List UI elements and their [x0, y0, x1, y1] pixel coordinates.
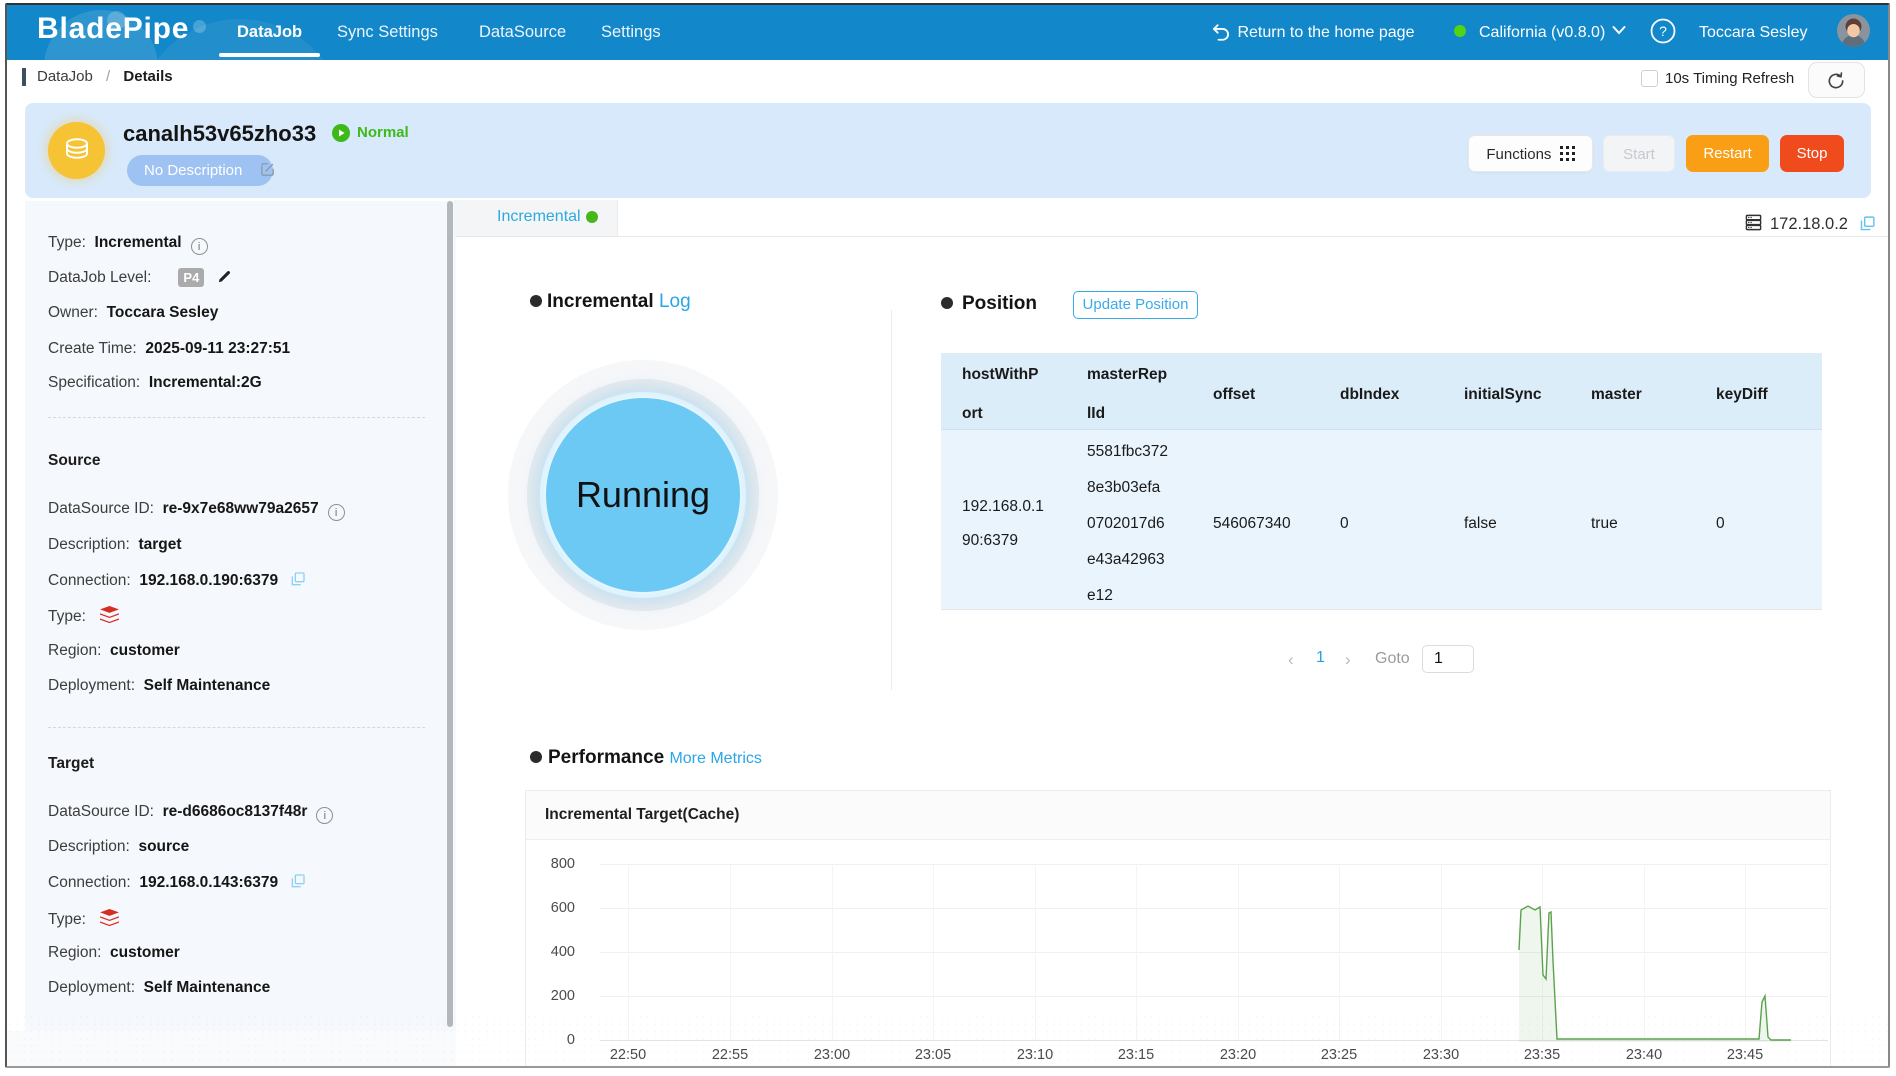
svg-text:?: ?	[1659, 23, 1667, 39]
